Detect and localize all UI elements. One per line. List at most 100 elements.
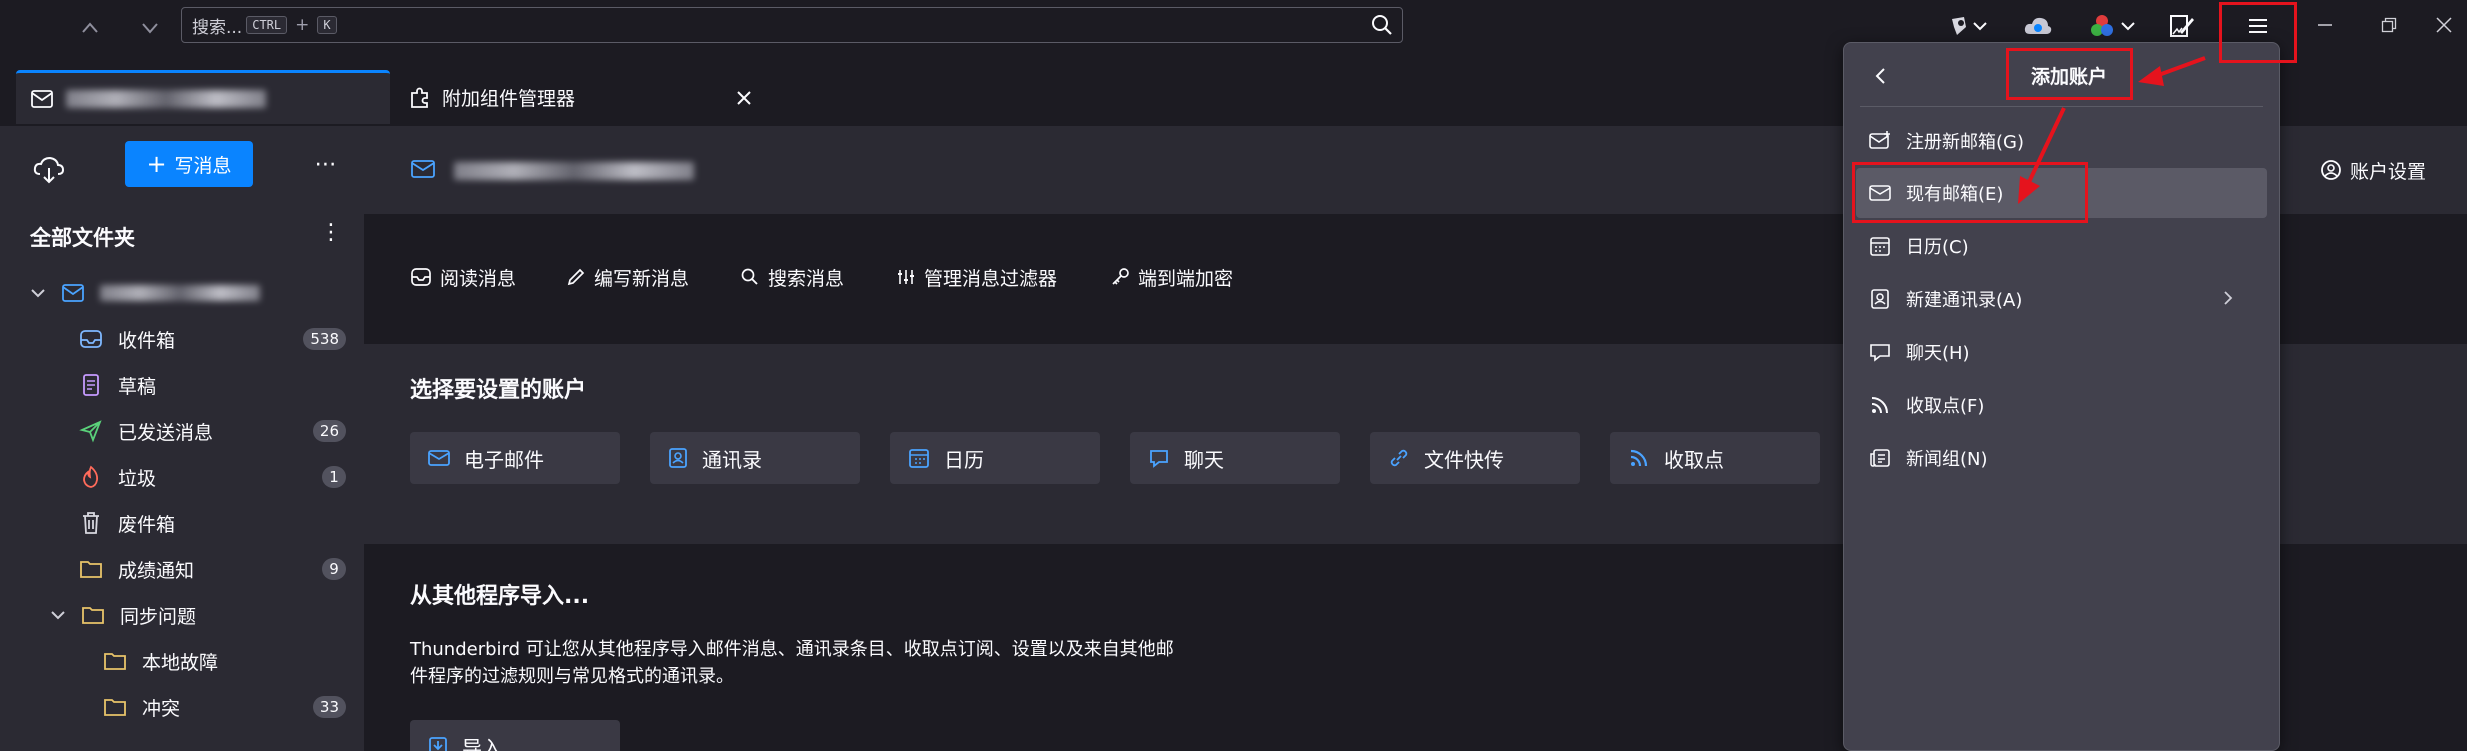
shortcut-key-ctrl: CTRL — [246, 16, 288, 34]
compose-message-button[interactable]: 编写新消息 — [566, 262, 689, 292]
newsgroup-icon — [1870, 449, 1890, 467]
folder-row-trash[interactable]: 废件箱 — [0, 500, 364, 546]
import-description: Thunderbird 可让您从其他程序导入邮件消息、通讯录条目、收取点订阅、设… — [410, 636, 1240, 690]
write-label: 写消息 — [174, 154, 232, 177]
back-arrow-icon[interactable] — [1862, 58, 1898, 94]
account-row[interactable] — [0, 270, 364, 316]
key-icon — [1112, 268, 1129, 285]
menu-item-newsgroup[interactable]: 新闻组(N) — [1856, 433, 2267, 483]
setup-label: 文件快传 — [1424, 447, 1504, 472]
cloud-sync-icon[interactable] — [2016, 8, 2060, 44]
folder-name: 同步问题 — [120, 605, 197, 628]
account-settings-label: 账户设置 — [2350, 160, 2427, 183]
chevron-down-icon[interactable] — [30, 284, 54, 303]
folder-name: 冲突 — [142, 697, 181, 720]
setup-label: 收取点 — [1664, 447, 1724, 472]
folder-row-conflicts[interactable]: 冲突 33 — [0, 684, 364, 730]
folder-icon — [80, 602, 106, 628]
tab-label: 附加组件管理器 — [442, 87, 576, 110]
account-address-blurred — [454, 162, 694, 180]
setup-chat-button[interactable]: 聊天 — [1130, 432, 1340, 484]
search-messages-button[interactable]: 搜索消息 — [740, 262, 844, 292]
mail-icon — [428, 450, 450, 466]
new-mail-icon — [1869, 131, 1890, 149]
setup-feeds-button[interactable]: 收取点 — [1610, 432, 1820, 484]
puzzle-icon — [408, 85, 432, 109]
folder-row-local-failures[interactable]: 本地故障 — [0, 638, 364, 684]
close-tab-icon[interactable] — [728, 82, 760, 114]
folder-name: 已发送消息 — [118, 421, 214, 444]
menu-item-label: 日历(C) — [1906, 237, 1969, 258]
manage-filters-button[interactable]: 管理消息过滤器 — [896, 262, 1057, 292]
plus-icon: + — [146, 150, 167, 178]
import-button[interactable]: 导入 — [410, 720, 620, 751]
chat-icon — [1150, 450, 1168, 468]
junk-icon — [78, 464, 104, 490]
chevron-down-icon[interactable] — [2116, 8, 2140, 44]
chevron-right-icon — [2223, 287, 2247, 311]
annotation-box-existing-email — [1852, 162, 2088, 223]
all-folders-header: 全部文件夹 — [30, 226, 135, 250]
chevron-down-icon[interactable] — [1968, 8, 1992, 44]
setup-email-button[interactable]: 电子邮件 — [410, 432, 620, 484]
folder-row-sync-issues[interactable]: 同步问题 — [0, 592, 364, 638]
folder-name: 成绩通知 — [118, 559, 195, 582]
folder-row-inbox[interactable]: 收件箱 538 — [0, 316, 364, 362]
restore-icon[interactable] — [2356, 0, 2422, 50]
write-message-button[interactable]: + 写消息 — [125, 141, 253, 187]
minimize-icon[interactable] — [2292, 0, 2358, 50]
inbox-icon — [78, 326, 104, 352]
get-messages-icon[interactable] — [30, 150, 70, 190]
menu-item-chat[interactable]: 聊天(H) — [1856, 327, 2267, 377]
folder-row-junk[interactable]: 垃圾 1 — [0, 454, 364, 500]
account-settings-button[interactable]: 账户设置 — [2320, 152, 2426, 188]
e2e-encryption-button[interactable]: 端到端加密 — [1110, 262, 1233, 292]
import-icon — [429, 737, 447, 751]
edit-sign-icon[interactable] — [2162, 8, 2202, 44]
menu-item-label: 收取点(F) — [1906, 396, 1985, 417]
import-title: 从其他程序导入... — [410, 584, 590, 609]
setup-label: 通讯录 — [702, 447, 762, 472]
unread-count-badge: 538 — [303, 328, 346, 350]
folder-row-grades[interactable]: 成绩通知 9 — [0, 546, 364, 592]
feed-icon — [1871, 397, 1888, 414]
search-input[interactable]: 搜索... CTRL + K — [181, 7, 1403, 43]
import-label: 导入 — [462, 735, 502, 751]
account-name-blurred — [100, 285, 260, 301]
search-icon[interactable] — [1370, 13, 1394, 37]
menu-item-new-address-book[interactable]: 新建通讯录(A) — [1856, 274, 2267, 324]
tab-addons-manager[interactable]: 附加组件管理器 — [394, 70, 768, 124]
close-window-icon[interactable] — [2420, 0, 2467, 50]
inbox-icon — [411, 268, 431, 286]
folder-row-drafts[interactable]: 草稿 — [0, 362, 364, 408]
setup-address-book-button[interactable]: 通讯录 — [650, 432, 860, 484]
forward-nav-icon[interactable] — [130, 8, 170, 48]
back-nav-icon[interactable] — [70, 8, 110, 48]
import-description-line: 件程序的过滤规则与常见格式的通讯录。 — [410, 666, 734, 687]
more-options-icon[interactable]: ⋯ — [308, 146, 344, 182]
chevron-down-icon[interactable] — [50, 606, 74, 625]
annotation-box-menu-button — [2219, 2, 2297, 63]
menu-item-label: 新闻组(N) — [1906, 449, 1988, 470]
menu-item-feeds[interactable]: 收取点(F) — [1856, 380, 2267, 430]
tab-label-blurred — [66, 89, 266, 108]
menu-item-new-email[interactable]: 注册新邮箱(G) — [1856, 116, 2267, 166]
setup-calendar-button[interactable]: 日历 — [890, 432, 1100, 484]
folder-mode-menu-icon[interactable]: ⋮ — [320, 220, 342, 245]
folder-name: 废件箱 — [118, 513, 176, 536]
unread-count-badge: 9 — [322, 558, 346, 580]
search-placeholder: 搜索... — [192, 17, 243, 38]
pencil-icon — [567, 268, 585, 286]
read-messages-button[interactable]: 阅读消息 — [410, 262, 516, 292]
annotation-box-add-account — [2006, 48, 2133, 100]
unread-count-badge: 1 — [322, 466, 346, 488]
mail-icon — [410, 158, 436, 184]
tab-mail-account[interactable] — [16, 70, 390, 124]
shortcut-key-k: K — [317, 16, 337, 34]
unread-count-badge: 26 — [312, 420, 346, 442]
setup-filelink-button[interactable]: 文件快传 — [1370, 432, 1580, 484]
chat-icon — [1870, 344, 1890, 362]
menu-item-calendar[interactable]: 日历(C) — [1856, 221, 2267, 271]
feed-icon — [1630, 449, 1648, 467]
folder-row-sent[interactable]: 已发送消息 26 — [0, 408, 364, 454]
